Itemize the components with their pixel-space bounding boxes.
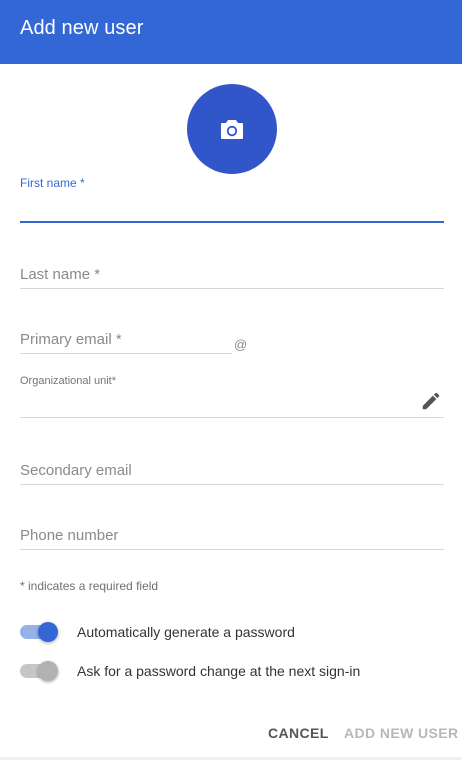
auto-generate-password-toggle[interactable]: Automatically generate a password: [20, 621, 444, 643]
last-name-underline: [20, 288, 444, 289]
organizational-unit-underline: [20, 417, 444, 418]
upload-photo-button[interactable]: [187, 84, 277, 174]
ask-password-change-label: Ask for a password change at the next si…: [77, 663, 361, 679]
add-new-user-button[interactable]: ADD NEW USER: [344, 725, 458, 741]
primary-email-placeholder: Primary email *: [20, 331, 122, 348]
phone-number-placeholder: Phone number: [20, 527, 119, 544]
first-name-underline: [20, 221, 444, 223]
secondary-email-underline: [20, 484, 444, 485]
cancel-button[interactable]: CANCEL: [268, 725, 329, 741]
organizational-unit-label: Organizational unit*: [20, 375, 117, 387]
pencil-icon[interactable]: [420, 390, 442, 412]
primary-email-field[interactable]: Primary email *: [20, 331, 232, 355]
auto-generate-password-label: Automatically generate a password: [77, 624, 295, 640]
add-user-dialog: Add new user First name * Last name * Pr…: [0, 0, 462, 760]
toggle-thumb[interactable]: [38, 622, 58, 642]
required-field-note: * indicates a required field: [20, 579, 159, 593]
last-name-placeholder: Last name *: [20, 266, 101, 283]
secondary-email-field[interactable]: Secondary email: [20, 462, 444, 486]
email-domain-separator: @: [234, 337, 248, 352]
ask-password-change-toggle[interactable]: Ask for a password change at the next si…: [20, 660, 444, 682]
primary-email-underline: [20, 353, 232, 354]
dialog-title: Add new user: [20, 17, 144, 39]
last-name-field[interactable]: Last name *: [20, 266, 444, 290]
camera-icon: [221, 120, 243, 139]
phone-number-field[interactable]: Phone number: [20, 527, 444, 551]
first-name-label: First name *: [20, 176, 85, 190]
organizational-unit-field[interactable]: Organizational unit*: [20, 375, 444, 419]
first-name-field[interactable]: First name *: [20, 176, 444, 224]
phone-number-underline: [20, 549, 444, 550]
secondary-email-placeholder: Secondary email: [20, 462, 132, 479]
dialog-header: Add new user: [0, 0, 462, 64]
toggle-thumb[interactable]: [38, 661, 58, 681]
